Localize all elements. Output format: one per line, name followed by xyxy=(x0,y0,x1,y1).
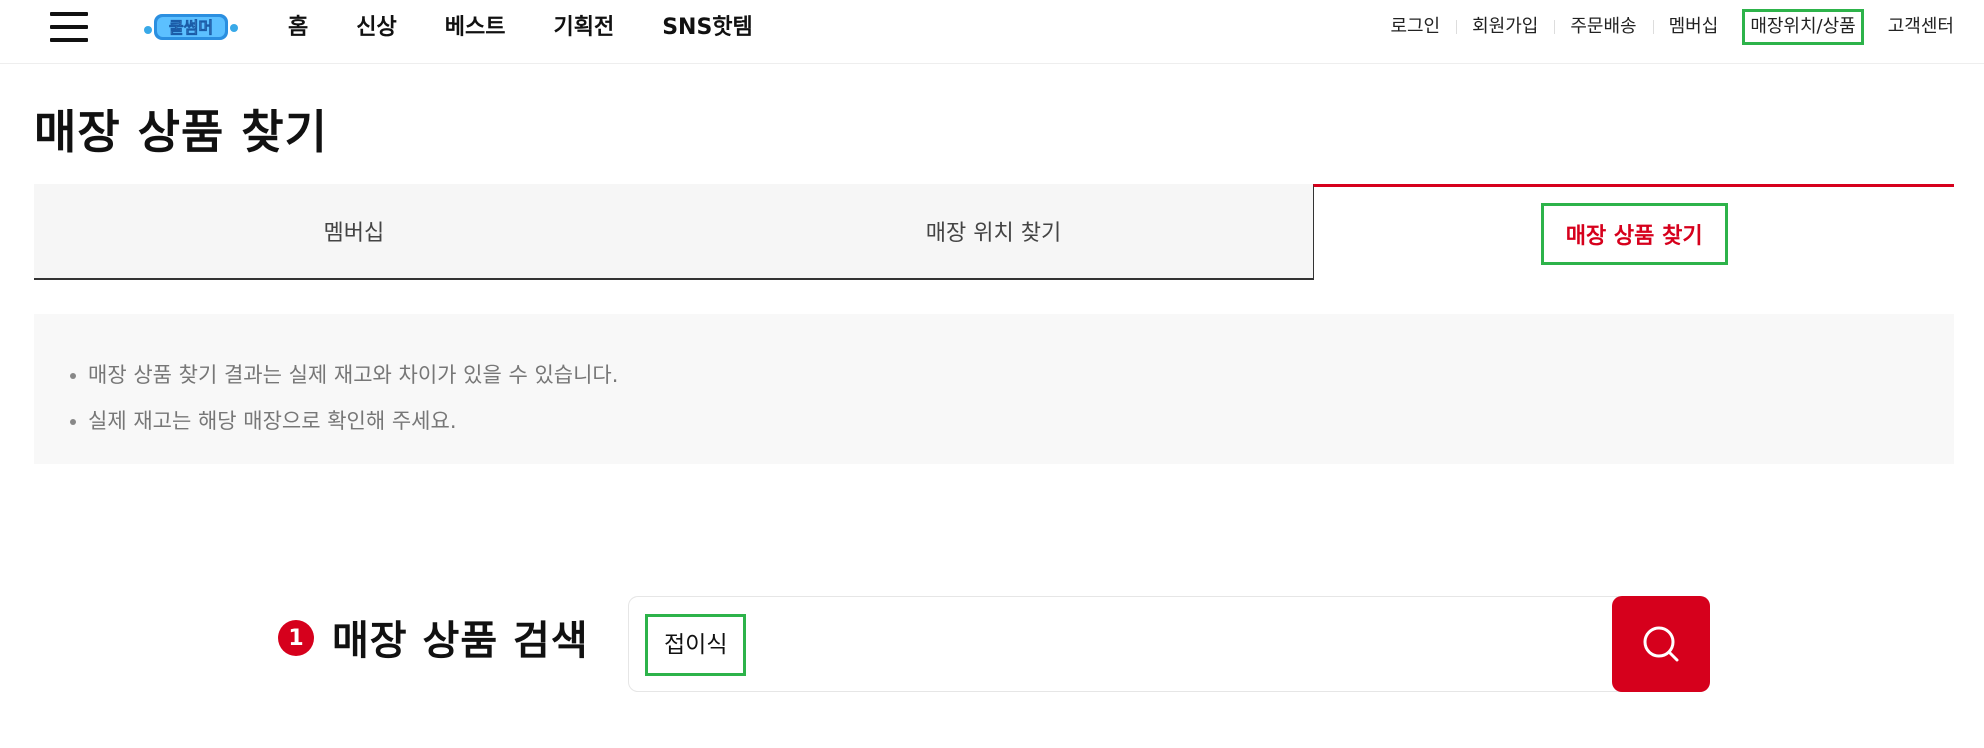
search-icon xyxy=(1643,626,1679,662)
tab-label: 멤버십 xyxy=(323,221,385,246)
util-customer-center[interactable]: 고객센터 xyxy=(1872,12,1954,42)
nav-home[interactable]: 홈 xyxy=(288,12,308,44)
nav-promotion[interactable]: 기획전 xyxy=(553,12,614,44)
main-nav: 홈 신상 베스트 기획전 SNS핫템 xyxy=(288,12,801,44)
nav-sns-hot[interactable]: SNS핫템 xyxy=(662,12,753,44)
nav-new[interactable]: 신상 xyxy=(356,12,396,44)
util-store-location-product[interactable]: 매장위치/상품 xyxy=(1742,9,1864,45)
tab-label: 매장 상품 찾기 xyxy=(1540,202,1728,265)
search-button[interactable] xyxy=(1612,596,1710,692)
page-title: 매장 상품 찾기 xyxy=(34,105,328,159)
tab-membership[interactable]: 멤버십 xyxy=(34,184,674,280)
tab-label: 매장 위치 찾기 xyxy=(925,221,1062,246)
site-header: 쿨썸머 홈 신상 베스트 기획전 SNS핫템 로그인 회원가입 주문배송 멤버십… xyxy=(0,0,1984,64)
notice-item: 매장 상품 찾기 결과는 실제 재고와 차이가 있을 수 있습니다. xyxy=(68,352,1954,398)
util-signup[interactable]: 회원가입 xyxy=(1456,12,1554,42)
hamburger-menu-icon[interactable] xyxy=(50,12,88,42)
util-membership[interactable]: 멤버십 xyxy=(1652,12,1735,42)
tab-store-location[interactable]: 매장 위치 찾기 xyxy=(673,184,1314,280)
notice-item: 실제 재고는 해당 매장으로 확인해 주세요. xyxy=(68,398,1954,444)
tab-store-product[interactable]: 매장 상품 찾기 xyxy=(1313,184,1955,280)
utility-menu: 로그인 회원가입 주문배송 멤버십 매장위치/상품 고객센터 xyxy=(1374,9,1954,45)
notice-box: 매장 상품 찾기 결과는 실제 재고와 차이가 있을 수 있습니다. 실제 재고… xyxy=(34,314,1954,464)
site-logo[interactable]: 쿨썸머 xyxy=(142,10,240,44)
util-orders[interactable]: 주문배송 xyxy=(1554,12,1652,42)
step-number-badge: 1 xyxy=(278,620,314,656)
search-input-value[interactable]: 접이식 xyxy=(644,614,747,676)
search-section-title: 매장 상품 검색 xyxy=(332,618,589,664)
search-input[interactable] xyxy=(628,596,1710,692)
tab-bar: 멤버십 매장 위치 찾기 매장 상품 찾기 xyxy=(34,184,1955,280)
nav-best[interactable]: 베스트 xyxy=(445,12,506,44)
svg-text:쿨썸머: 쿨썸머 xyxy=(169,18,213,37)
util-login[interactable]: 로그인 xyxy=(1374,12,1456,42)
